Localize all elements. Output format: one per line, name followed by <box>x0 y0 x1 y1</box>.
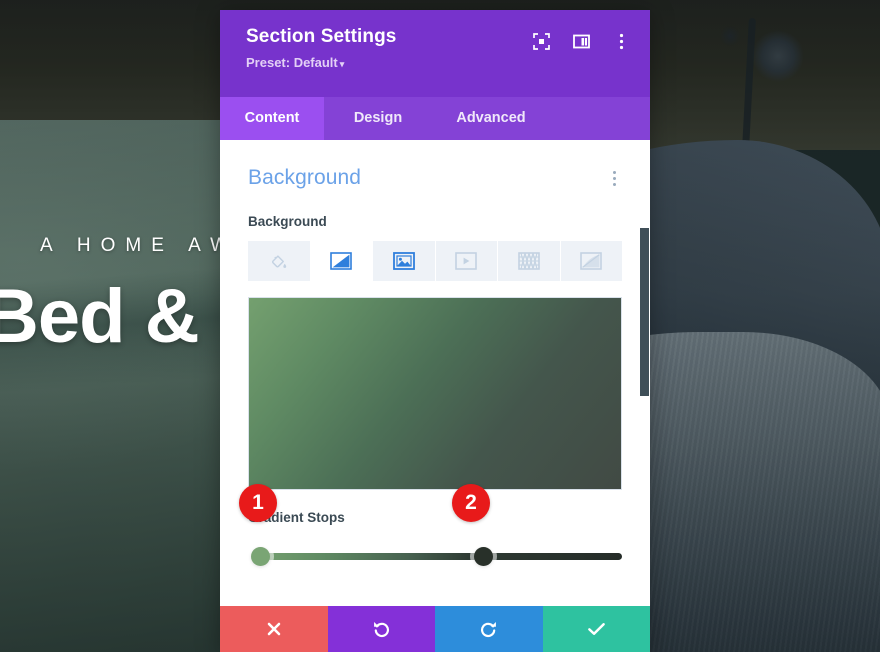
close-button[interactable] <box>220 606 328 652</box>
step-badge-1: 1 <box>239 484 277 522</box>
focus-target-icon[interactable] <box>532 32 550 50</box>
background-mask-button[interactable] <box>560 241 622 281</box>
panel-title: Section Settings <box>246 26 397 47</box>
panel-scrollbar[interactable] <box>640 140 649 606</box>
close-x-icon <box>266 621 282 637</box>
background-image-button[interactable] <box>373 241 435 281</box>
pattern-icon <box>517 252 540 270</box>
gradient-stops-label: Gradient Stops <box>248 510 345 525</box>
panel-footer-actions <box>220 606 650 652</box>
paint-bucket-icon <box>269 252 288 271</box>
background-pattern-button[interactable] <box>498 241 560 281</box>
gradient-stop-end[interactable] <box>474 547 493 566</box>
gradient-stop-start[interactable] <box>251 547 270 566</box>
checkmark-icon <box>587 621 606 637</box>
section-kebab-menu-icon[interactable] <box>607 168 622 189</box>
tab-content[interactable]: Content <box>220 97 324 140</box>
panel-scrollbar-thumb[interactable] <box>640 228 649 396</box>
undo-arrow-icon <box>372 620 391 638</box>
video-icon <box>455 252 478 270</box>
panel-header: Section Settings Preset: Default ▾ <box>220 10 650 97</box>
gradient-stops-slider[interactable] <box>248 547 622 567</box>
background-color-button[interactable] <box>248 241 310 281</box>
tab-advanced[interactable]: Advanced <box>432 97 550 140</box>
panel-body: Background Background Gradient Stops <box>220 140 650 606</box>
background-type-selector <box>248 241 622 281</box>
panel-header-actions <box>532 32 630 50</box>
section-title: Background <box>248 166 362 189</box>
section-settings-panel: Section Settings Preset: Default ▾ Conte… <box>220 10 650 652</box>
layout-columns-icon[interactable] <box>572 32 590 50</box>
panel-tabs: Content Design Advanced <box>220 97 650 140</box>
background-field-label: Background <box>248 214 327 229</box>
background-video-button[interactable] <box>435 241 497 281</box>
preset-selector[interactable]: Preset: Default ▾ <box>246 55 396 70</box>
kebab-menu-icon[interactable] <box>612 32 630 50</box>
chevron-down-icon: ▾ <box>339 59 345 69</box>
redo-arrow-icon <box>479 620 498 638</box>
panel-body-content: Background Background Gradient Stops <box>220 140 650 567</box>
undo-button[interactable] <box>327 606 435 652</box>
gradient-stops-track[interactable] <box>258 553 622 560</box>
background-section-header: Background <box>248 166 622 190</box>
mask-icon <box>580 252 603 270</box>
save-button[interactable] <box>542 606 650 652</box>
step-badge-2: 2 <box>452 484 490 522</box>
panel-header-left: Section Settings Preset: Default ▾ <box>246 26 396 70</box>
background-gradient-button[interactable] <box>310 241 372 281</box>
gradient-icon <box>330 252 353 270</box>
image-icon <box>392 252 415 270</box>
preset-label: Preset: Default <box>246 55 338 70</box>
redo-button[interactable] <box>435 606 543 652</box>
tab-design[interactable]: Design <box>324 97 432 140</box>
gradient-preview[interactable] <box>248 297 622 490</box>
